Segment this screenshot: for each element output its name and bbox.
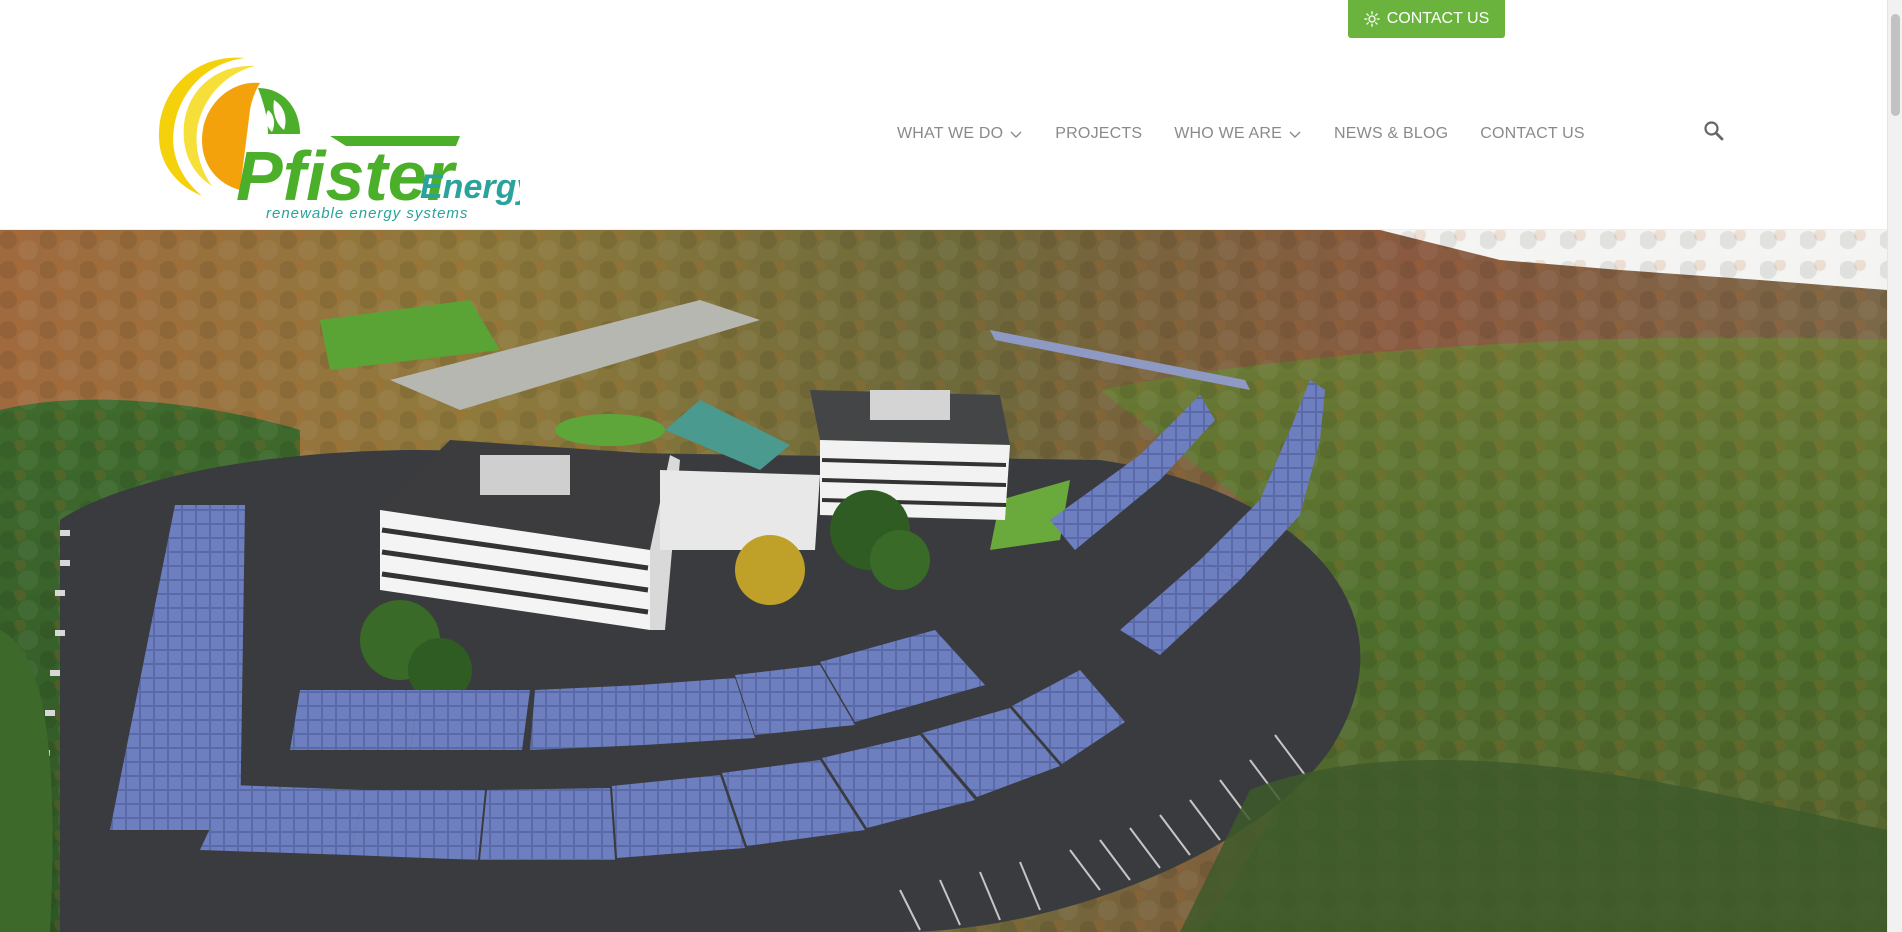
nav-item-label: CONTACT US [1480, 125, 1585, 142]
top-contact-label: CONTACT US [1386, 10, 1490, 27]
nav-item-projects[interactable]: PROJECTS [1055, 125, 1142, 143]
nav-item-label: WHO WE ARE [1174, 125, 1283, 142]
nav-item-what-we-do[interactable]: WHAT WE DO [897, 125, 1023, 143]
nav-item-label: WHAT WE DO [897, 125, 1004, 142]
nav-item-label: NEWS & BLOG [1334, 125, 1449, 142]
nav-item-label: PROJECTS [1055, 125, 1143, 142]
scrollbar-thumb[interactable] [1891, 14, 1900, 116]
logo-tagline: renewable energy systems [266, 205, 468, 222]
site-header: CONTACT US Pfister Energy renewable ener… [0, 0, 1887, 230]
chevron-down-icon [1010, 131, 1022, 138]
top-contact-button[interactable]: CONTACT US [1348, 0, 1505, 38]
nav-item-news-blog[interactable]: NEWS & BLOG [1334, 125, 1448, 143]
page: CONTACT US Pfister Energy renewable ener… [0, 0, 1902, 932]
sun-icon [1363, 11, 1380, 27]
nav-item-who-we-are[interactable]: WHO WE ARE [1174, 125, 1302, 143]
hero-image [0, 230, 1887, 932]
chevron-down-icon [1289, 131, 1301, 138]
nav-item-contact-us[interactable]: CONTACT US [1480, 125, 1585, 143]
search-button[interactable] [1703, 120, 1725, 142]
logo-brand-suffix: Energy [420, 168, 520, 206]
search-icon [1704, 121, 1724, 141]
site-logo[interactable]: Pfister Energy renewable energy systems [150, 48, 537, 224]
main-nav: WHAT WE DO PROJECTS WHO WE ARE NEWS & BL… [897, 124, 1585, 144]
scrollbar[interactable] [1887, 0, 1902, 932]
